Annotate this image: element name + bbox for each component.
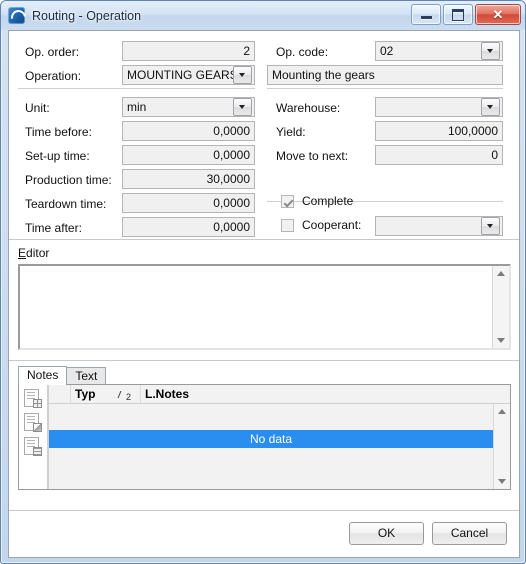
- editor-scrollbar[interactable]: [492, 266, 509, 348]
- notes-grid: Typ 2 L.Notes No data: [18, 384, 511, 490]
- chevron-down-icon[interactable]: [481, 217, 500, 235]
- minimize-icon: [420, 16, 432, 19]
- ok-button[interactable]: OK: [349, 522, 424, 545]
- scroll-up-icon[interactable]: [493, 266, 509, 282]
- image-badge: [33, 423, 42, 432]
- scroll-down-icon[interactable]: [494, 473, 510, 489]
- op-order-label: Op. order:: [25, 45, 80, 59]
- maximize-icon: [452, 8, 464, 21]
- close-icon: ✕: [492, 7, 504, 22]
- warehouse-combo[interactable]: [375, 97, 503, 117]
- unit-combo-value: min: [127, 100, 147, 114]
- chevron-down-icon[interactable]: [233, 66, 252, 84]
- editor-label-accel: E: [18, 246, 27, 260]
- grid-column-sort-indicator[interactable]: 2: [115, 385, 141, 403]
- yield-input[interactable]: 100,0000: [375, 121, 503, 141]
- title-bar[interactable]: Routing - Operation ✕: [1, 1, 525, 30]
- move-to-next-input[interactable]: 0: [375, 145, 503, 165]
- complete-checkbox-row[interactable]: Complete: [281, 194, 353, 208]
- production-time-input[interactable]: 30,0000: [122, 169, 255, 189]
- window-title: Routing - Operation: [32, 8, 142, 23]
- tab-notes[interactable]: Notes: [18, 366, 68, 385]
- complete-checkbox[interactable]: [281, 194, 294, 208]
- complete-label: Complete: [302, 194, 354, 208]
- cooperant-label: Cooperant:: [302, 218, 362, 232]
- window-controls: ✕: [411, 4, 521, 25]
- grid-header-row: Typ 2 L.Notes: [49, 385, 510, 404]
- form-badge: [33, 447, 42, 456]
- op-order-input[interactable]: 2: [122, 41, 255, 61]
- maximize-button[interactable]: [443, 4, 473, 25]
- editor-section: Editor: [9, 240, 519, 361]
- move-to-next-label: Move to next:: [276, 149, 349, 163]
- production-time-label: Production time:: [25, 173, 112, 187]
- op-code-combo-value: 02: [380, 44, 394, 58]
- editor-label-rest: ditor: [26, 246, 50, 260]
- op-code-combo[interactable]: 02: [375, 41, 503, 61]
- warehouse-label: Warehouse:: [276, 101, 341, 115]
- operation-description-input[interactable]: Mounting the gears: [267, 65, 503, 85]
- cancel-button[interactable]: Cancel: [432, 522, 507, 545]
- operation-combo-value: MOUNTING GEARS: [127, 68, 233, 82]
- left-section-divider: [18, 88, 255, 89]
- right-section-divider: [267, 88, 503, 89]
- setup-time-label: Set-up time:: [25, 149, 90, 163]
- minimize-button[interactable]: [411, 4, 441, 25]
- time-before-input[interactable]: 0,0000: [122, 121, 255, 141]
- operation-label: Operation:: [25, 69, 82, 83]
- yield-label: Yield:: [276, 125, 306, 139]
- tab-text[interactable]: Text: [66, 367, 107, 385]
- chevron-down-icon[interactable]: [481, 42, 500, 60]
- editor-textarea-box[interactable]: [18, 264, 511, 350]
- unit-label: Unit:: [25, 101, 50, 115]
- grid-main: Typ 2 L.Notes No data: [48, 385, 510, 489]
- tabs-section: Notes Text Typ 2 L.Notes No data: [9, 361, 519, 506]
- operation-combo[interactable]: MOUNTING GEARS: [122, 65, 255, 85]
- editor-textarea[interactable]: [20, 266, 492, 348]
- dialog-window: Routing - Operation ✕ Op. order: 2 Opera…: [0, 0, 526, 564]
- editor-label: Editor: [18, 246, 49, 260]
- cooperant-checkbox-row[interactable]: Cooperant:: [281, 218, 361, 232]
- cooperant-checkbox[interactable]: [281, 218, 294, 232]
- fields-panel: Op. order: 2 Operation: MOUNTING GEARS U…: [9, 31, 519, 240]
- time-before-label: Time before:: [25, 125, 92, 139]
- document-image-icon[interactable]: [24, 413, 42, 432]
- grid-scrollbar[interactable]: [493, 404, 510, 489]
- dialog-client-area: Op. order: 2 Operation: MOUNTING GEARS U…: [8, 30, 520, 558]
- scroll-down-icon[interactable]: [493, 332, 509, 348]
- grid-tool-column: [19, 385, 48, 489]
- chevron-down-icon[interactable]: [233, 98, 252, 116]
- dialog-button-bar: OK Cancel: [9, 510, 519, 557]
- grid-column-lnotes[interactable]: L.Notes: [141, 385, 510, 403]
- teardown-time-label: Teardown time:: [25, 197, 107, 211]
- grid-rows: No data: [49, 404, 493, 489]
- grid-empty-row[interactable]: No data: [49, 430, 493, 448]
- cooperant-combo[interactable]: [375, 216, 503, 236]
- grid-column-typ[interactable]: Typ: [71, 385, 115, 403]
- setup-time-input[interactable]: 0,0000: [122, 145, 255, 165]
- routing-app-icon: [8, 7, 25, 24]
- grid-body: No data: [49, 404, 510, 489]
- tab-strip: Notes Text: [18, 366, 107, 385]
- unit-combo[interactable]: min: [122, 97, 255, 117]
- time-after-label: Time after:: [25, 221, 82, 235]
- chevron-down-icon[interactable]: [481, 98, 500, 116]
- sort-ascending-icon: [119, 390, 125, 399]
- sort-order-number: 2: [126, 392, 132, 402]
- grid-column-blank[interactable]: [49, 385, 71, 403]
- close-button[interactable]: ✕: [475, 4, 521, 25]
- time-after-input[interactable]: 0,0000: [122, 217, 255, 237]
- document-form-icon[interactable]: [24, 437, 42, 456]
- op-code-label: Op. code:: [276, 45, 329, 59]
- teardown-time-input[interactable]: 0,0000: [122, 193, 255, 213]
- document-grid-icon[interactable]: [24, 389, 42, 408]
- scroll-up-icon[interactable]: [494, 404, 510, 420]
- grid-badge: [33, 399, 42, 408]
